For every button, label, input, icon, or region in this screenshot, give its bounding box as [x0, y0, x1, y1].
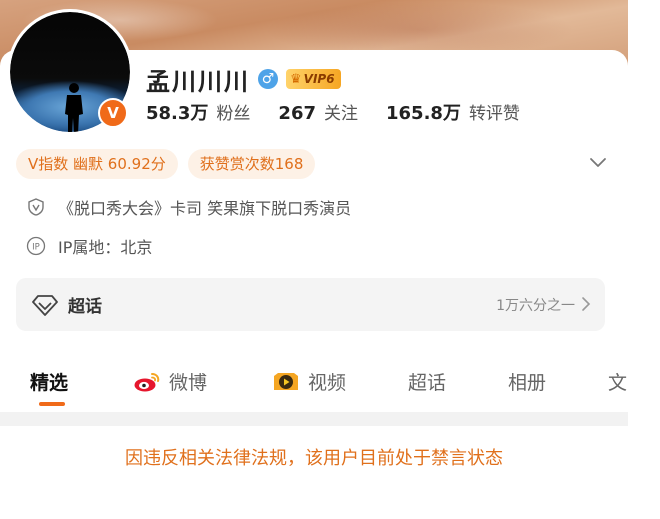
weibo-icon [134, 372, 160, 391]
supertopic-rank: 1万六分之一 [496, 297, 575, 314]
tab-label: 微博 [169, 372, 208, 394]
chevron-down-icon[interactable] [588, 152, 608, 172]
stat-following[interactable]: 267 关注 [278, 99, 358, 124]
bio-row: 《脱口秀大会》卡司 笑果旗下脱口秀演员 [26, 195, 351, 219]
stat-interactions[interactable]: 165.8万 转评赞 [386, 99, 520, 125]
section-divider [0, 412, 628, 426]
bio-text: 《脱口秀大会》卡司 笑果旗下脱口秀演员 [58, 199, 352, 218]
crown-icon: ♛ [290, 71, 302, 87]
tab-album[interactable]: 相册 [508, 368, 546, 395]
tab-label: 文 [608, 372, 628, 394]
verified-badge-icon: V [98, 98, 128, 128]
tab-label: 相册 [508, 372, 547, 394]
vip-badge[interactable]: ♛ VIP6 [286, 69, 341, 89]
shield-v-icon [26, 197, 46, 217]
name-row: 孟川川川 ♂ ♛ VIP6 [146, 64, 341, 96]
v-index-chip[interactable]: V指数 幽默 60.92分 [16, 149, 178, 179]
stat-value: 58.3万 [146, 103, 209, 124]
ban-notice: 因违反相关法律法规，该用户目前处于禁言状态 [125, 448, 503, 469]
supertopic-label: 超话 [68, 297, 102, 317]
stat-value: 165.8万 [386, 103, 461, 124]
stat-label: 关注 [324, 104, 358, 124]
tab-articles[interactable]: 文 [608, 368, 627, 395]
tab-video[interactable]: 视频 [272, 368, 346, 395]
ip-row: IP IP属地：北京 [26, 234, 152, 258]
stat-label: 粉丝 [216, 104, 251, 124]
stat-followers[interactable]: 58.3万 粉丝 [146, 99, 250, 125]
chevron-right-icon [582, 297, 591, 311]
supertopic-entry[interactable]: 超话 1万六分之一 [16, 278, 605, 331]
ip-location-text: IP属地：北京 [58, 238, 153, 257]
male-icon: ♂ [258, 69, 278, 89]
video-play-icon [274, 372, 298, 390]
tab-label: 精选 [30, 372, 69, 394]
likes-chip[interactable]: 获赞赏次数168 [187, 149, 316, 179]
svg-text:IP: IP [32, 243, 40, 253]
active-tab-indicator [39, 402, 65, 406]
ip-icon: IP [26, 236, 46, 256]
user-name: 孟川川川 [146, 67, 250, 96]
tab-weibo[interactable]: 微博 [133, 368, 207, 395]
diamond-icon [32, 294, 58, 316]
stat-value: 267 [278, 103, 316, 124]
tab-label: 视频 [308, 372, 347, 394]
tab-label: 超话 [408, 372, 447, 394]
chips-row: V指数 幽默 60.92分 获赞赏次数168 [16, 149, 316, 179]
tab-featured[interactable]: 精选 [30, 368, 68, 395]
stat-label: 转评赞 [468, 104, 520, 124]
stats-row: 58.3万 粉丝 267 关注 165.8万 转评赞 [146, 99, 548, 125]
person-silhouette-icon [65, 83, 83, 132]
vip-label: VIP6 [303, 72, 335, 86]
profile-tabs: 精选 微博 视频 超话 相册 文 [0, 356, 628, 412]
page-edge [628, 0, 660, 519]
tab-supertopic[interactable]: 超话 [408, 368, 446, 395]
